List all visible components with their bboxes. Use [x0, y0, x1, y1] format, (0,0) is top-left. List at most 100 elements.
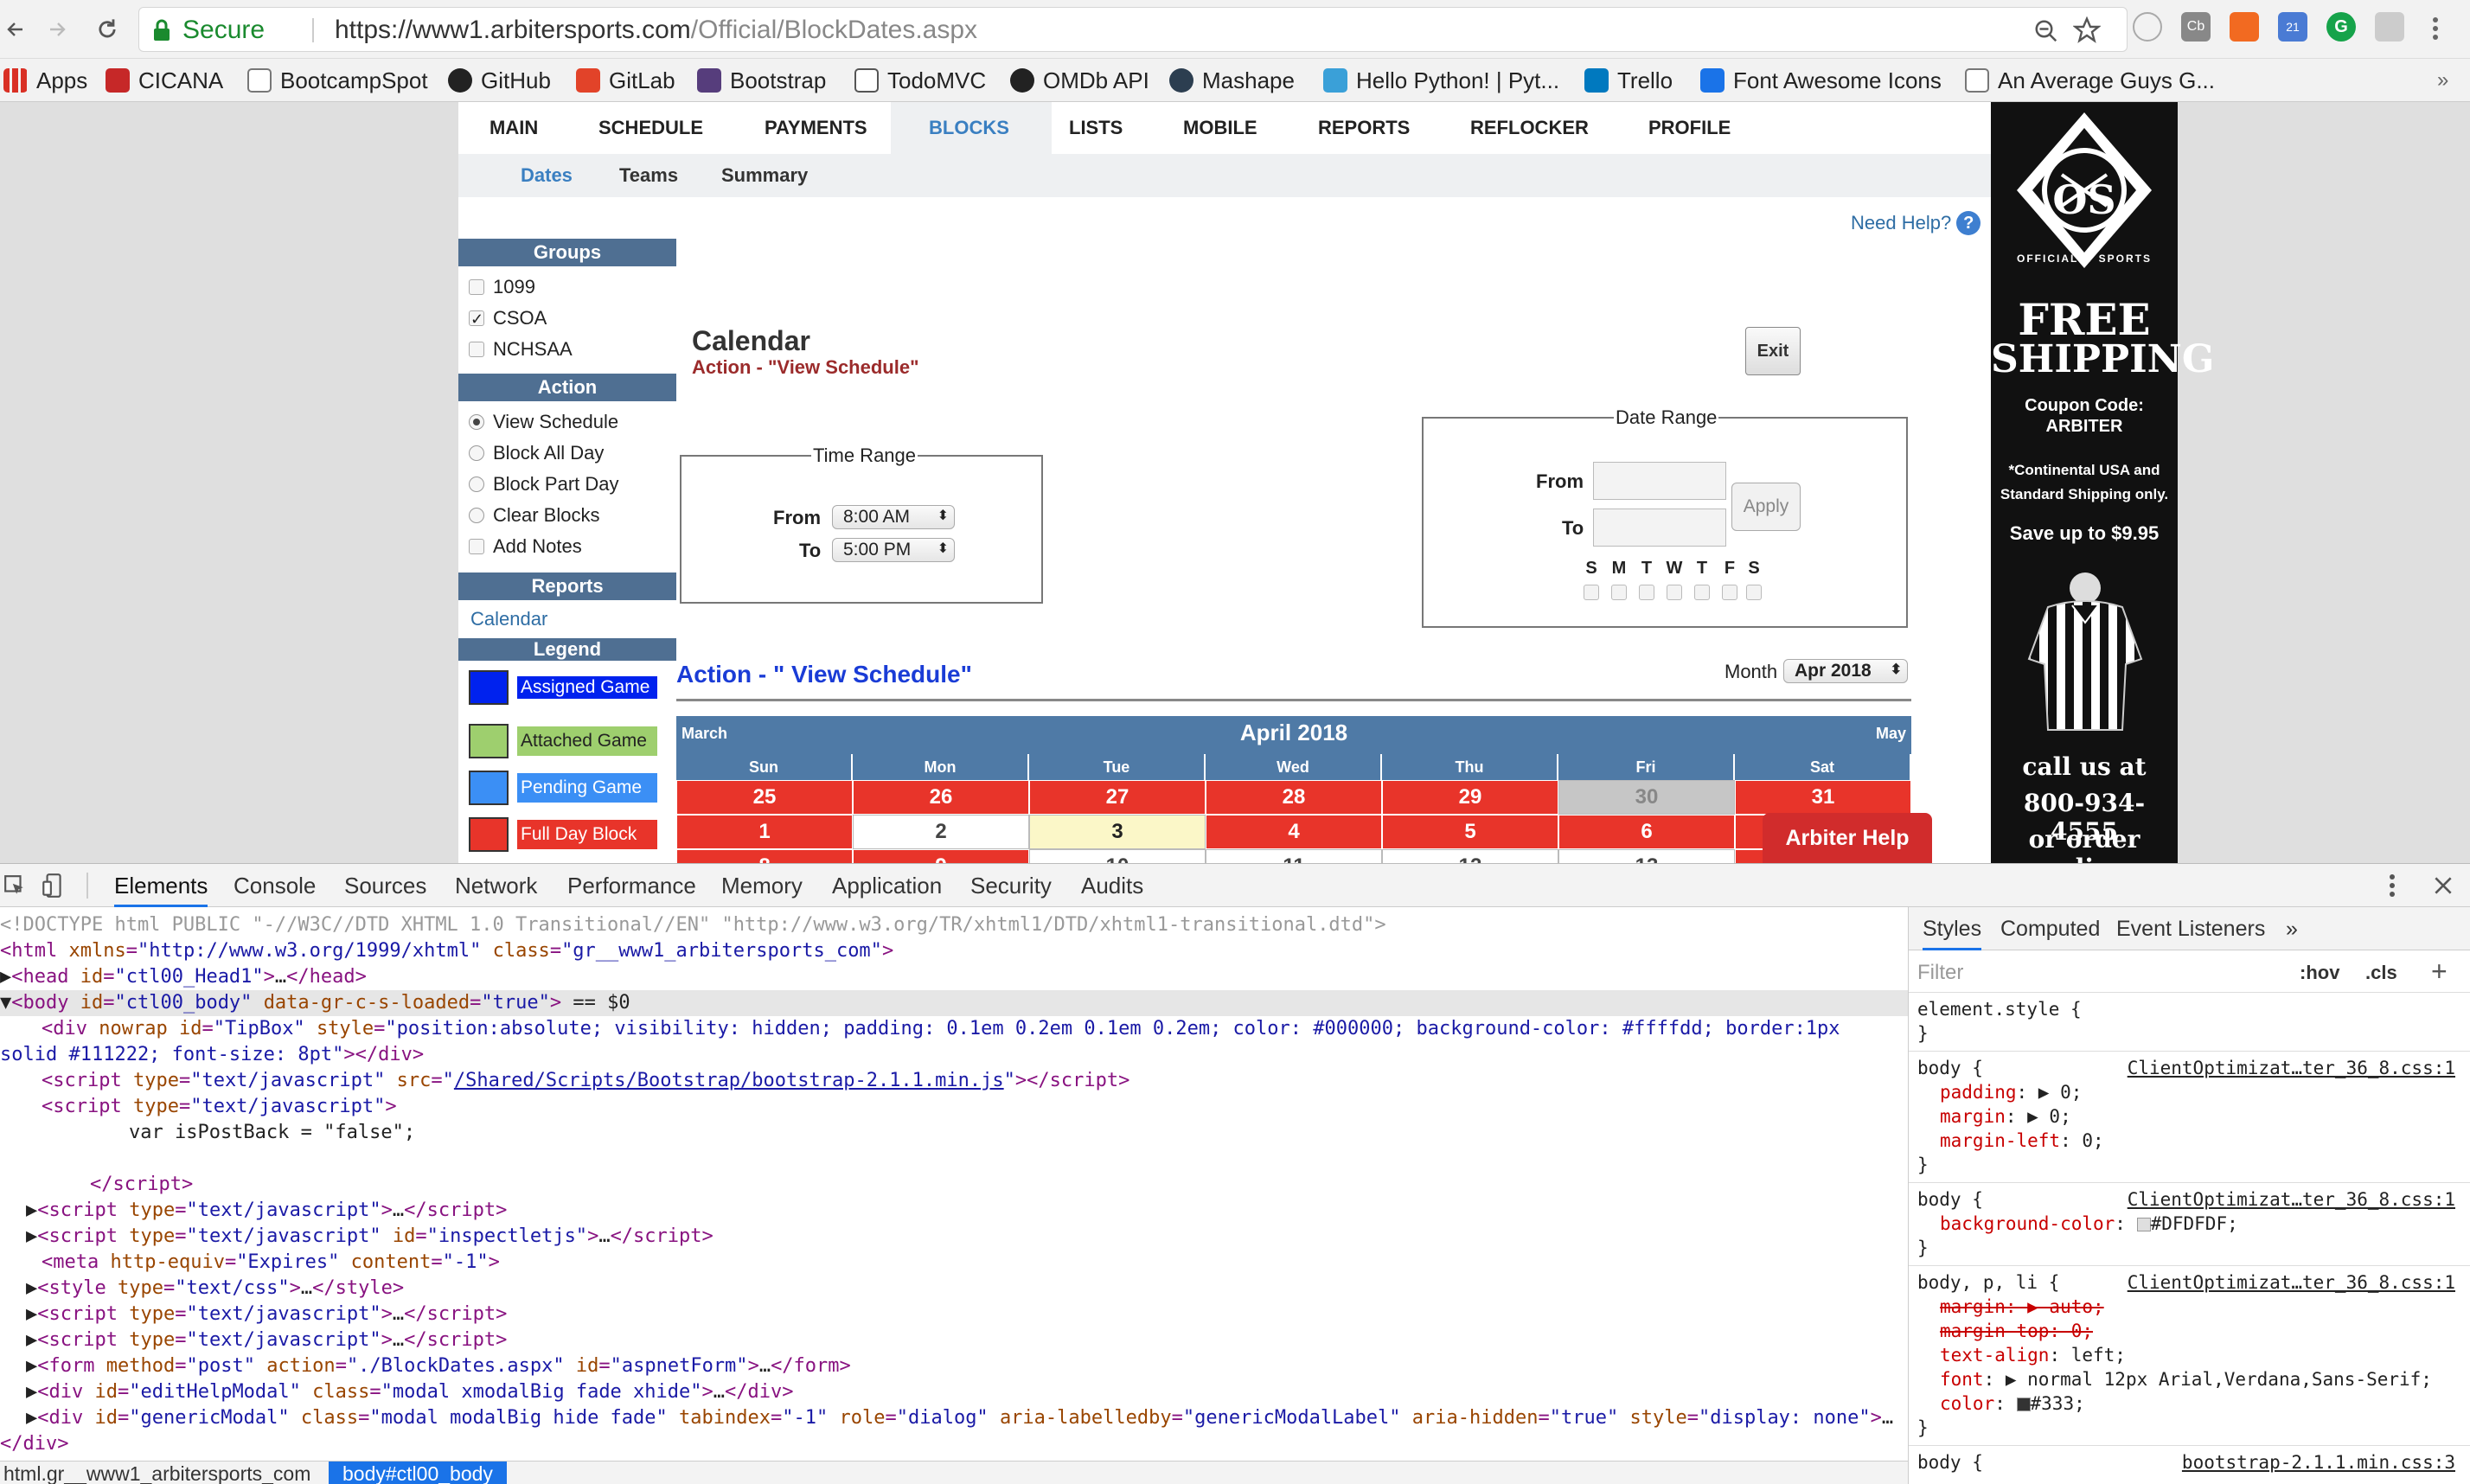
styles-filter-input[interactable]: Filter [1917, 957, 2281, 988]
bookmark-cicana[interactable]: CICANA [106, 59, 223, 102]
calendar-day-cell[interactable]: 9 [853, 849, 1029, 863]
decl-font[interactable]: font: ▶ normal 12px Arial,Verdana,Sans-S… [1940, 1367, 2432, 1391]
dom-line-script-inspectlet[interactable]: ▶<script type="text/javascript" id="insp… [26, 1224, 713, 1250]
bookmark-trello[interactable]: Trello [1584, 59, 1673, 102]
extension-calendar-icon[interactable]: 21 [2278, 12, 2307, 42]
group-csoa[interactable]: CSOA [469, 303, 547, 335]
bookmark-mashape[interactable]: Mashape [1169, 59, 1295, 102]
decl-color[interactable]: color: #333; [1940, 1391, 2085, 1416]
calendar-day-cell[interactable]: 8 [676, 849, 853, 863]
radio[interactable] [469, 477, 484, 492]
bookmarks-overflow-icon[interactable]: » [2437, 59, 2448, 102]
add-notes[interactable]: Add Notes [469, 531, 582, 562]
tab-sources[interactable]: Sources [344, 864, 426, 907]
extension-fox-icon[interactable] [2230, 12, 2259, 42]
calendar-day-cell[interactable]: 10 [1029, 849, 1206, 863]
rule-source-link[interactable]: ClientOptimizat…ter_36_8.css:1 [2128, 1056, 2455, 1080]
date-from-input[interactable] [1593, 462, 1726, 500]
group-nchsaa[interactable]: NCHSAA [469, 334, 573, 365]
decl-margin-overridden[interactable]: margin: ▶ auto; [1940, 1295, 2104, 1319]
device-toolbar-icon[interactable] [42, 873, 64, 899]
radio[interactable] [469, 414, 484, 430]
day-checkbox[interactable] [1584, 585, 1599, 600]
day-checkbox[interactable] [1611, 585, 1627, 600]
dom-line-script-inline[interactable]: <script type="text/javascript"> [42, 1094, 397, 1120]
ad-banner[interactable]: OS OFFICIALLY SPORTS FREE SHIPPING Coupo… [1991, 102, 2214, 863]
dom-line-html[interactable]: <html xmlns="http://www.w3.org/1999/xhtm… [0, 938, 893, 964]
bookmark-github[interactable]: GitHub [448, 59, 551, 102]
hov-toggle[interactable]: :hov [2300, 957, 2339, 988]
dom-line-edithelpmodal[interactable]: ▶<div id="editHelpModal" class="modal xm… [26, 1379, 794, 1405]
dom-line-script-collapsed[interactable]: ▶<script type="text/javascript">…</scrip… [26, 1327, 507, 1353]
inspect-element-icon[interactable] [3, 874, 26, 897]
dom-line-tipbox[interactable]: <div nowrap id="TipBox" style="position:… [42, 1016, 1840, 1042]
nav-blocks[interactable]: BLOCKS [929, 102, 1009, 154]
action-view-schedule[interactable]: View Schedule [469, 406, 618, 438]
group-1099[interactable]: 1099 [469, 272, 535, 303]
dom-line-meta[interactable]: <meta http-equiv="Expires" content="-1"> [42, 1250, 500, 1276]
address-bar[interactable]: Secure https://www1.arbitersports.com/Of… [138, 7, 2128, 52]
url-text[interactable]: https://www1.arbitersports.com/Official/… [335, 8, 977, 53]
calendar-day-cell[interactable]: 6 [1558, 815, 1735, 849]
calendar-day-cell[interactable]: 1 [676, 815, 853, 849]
calendar-day-cell[interactable]: 31 [1735, 780, 1911, 815]
nav-reports[interactable]: REPORTS [1318, 102, 1410, 154]
decl-text-align[interactable]: text-align: left; [1940, 1343, 2126, 1367]
action-clear-blocks[interactable]: Clear Blocks [469, 500, 599, 531]
calendar-day-cell[interactable]: 27 [1029, 780, 1206, 815]
time-from-select[interactable]: 8:00 AM ⬍ [832, 505, 955, 529]
radio[interactable] [469, 508, 484, 523]
dom-tree[interactable]: <!DOCTYPE html PUBLIC "-//W3C//DTD XHTML… [0, 907, 1908, 1466]
calendar-day-cell[interactable]: 3 [1029, 815, 1206, 849]
radio[interactable] [469, 445, 484, 461]
decl-margin-left[interactable]: margin-left: 0; [1940, 1129, 2104, 1153]
bookmark-omdb[interactable]: OMDb API [1010, 59, 1149, 102]
dom-line-script-collapsed[interactable]: ▶<script type="text/javascript">…</scrip… [26, 1198, 507, 1224]
checkbox[interactable] [469, 539, 484, 554]
calendar-day-cell[interactable]: 12 [1382, 849, 1558, 863]
bookmark-todomvc[interactable]: TodoMVC [854, 59, 986, 102]
nav-payments[interactable]: PAYMENTS [765, 102, 867, 154]
breadcrumb-html[interactable]: html.gr__www1_arbitersports_com [0, 1462, 310, 1484]
day-checkbox[interactable] [1722, 585, 1737, 600]
dom-line-head[interactable]: ▶<head id="ctl00_Head1">…</head> [0, 964, 367, 990]
decl-background-color[interactable]: background-color: #DFDFDF; [1940, 1212, 2238, 1236]
bookmark-average-guys[interactable]: An Average Guys G... [1965, 59, 2215, 102]
bookmark-bootstrap[interactable]: Bootstrap [697, 59, 826, 102]
bookmark-apps[interactable]: Apps [3, 59, 87, 102]
action-block-all-day[interactable]: Block All Day [469, 438, 604, 469]
arbiter-help-button[interactable]: Arbiter Help [1763, 813, 1932, 863]
dom-line-script-bootstrap[interactable]: <script type="text/javascript" src="/Sha… [42, 1068, 1129, 1094]
day-checkbox[interactable] [1667, 585, 1682, 600]
calendar-day-cell[interactable]: 29 [1382, 780, 1558, 815]
dom-line-style[interactable]: ▶<style type="text/css">…</style> [26, 1276, 404, 1302]
nav-main[interactable]: MAIN [490, 102, 538, 154]
breadcrumb-body[interactable]: body#ctl00_body [329, 1462, 507, 1484]
time-to-select[interactable]: 5:00 PM ⬍ [832, 538, 955, 562]
bookmark-font-awesome[interactable]: Font Awesome Icons [1700, 59, 1942, 102]
calendar-day-cell[interactable]: 28 [1206, 780, 1382, 815]
rule-source-link[interactable]: ClientOptimizat…ter_36_8.css:1 [2128, 1187, 2455, 1212]
date-to-input[interactable] [1593, 509, 1726, 547]
month-select[interactable]: Apr 2018 ⬍ [1783, 659, 1908, 683]
bookmark-star-icon[interactable] [2073, 16, 2101, 44]
subnav-summary[interactable]: Summary [721, 154, 808, 197]
nav-reflocker[interactable]: REFLOCKER [1470, 102, 1589, 154]
calendar-day-cell[interactable]: 11 [1206, 849, 1382, 863]
styles-more-icon[interactable]: » [2286, 907, 2298, 950]
zoom-icon[interactable] [2033, 18, 2059, 44]
dom-line-script-collapsed[interactable]: ▶<script type="text/javascript">…</scrip… [26, 1302, 507, 1327]
calendar-day-cell[interactable]: 5 [1382, 815, 1558, 849]
tab-security[interactable]: Security [970, 864, 1052, 907]
calendar-day-cell[interactable]: 26 [853, 780, 1029, 815]
checkbox[interactable] [469, 342, 484, 357]
extension-gray-icon[interactable] [2375, 12, 2404, 42]
tab-performance[interactable]: Performance [567, 864, 696, 907]
subnav-dates[interactable]: Dates [521, 154, 573, 197]
color-swatch[interactable] [2136, 1218, 2151, 1231]
bookmark-gitlab[interactable]: GitLab [576, 59, 675, 102]
calendar-day-cell[interactable]: 2 [853, 815, 1029, 849]
dom-line-form[interactable]: ▶<form method="post" action="./BlockDate… [26, 1353, 851, 1379]
tab-event-listeners[interactable]: Event Listeners [2116, 907, 2265, 950]
checkbox[interactable] [469, 279, 484, 295]
